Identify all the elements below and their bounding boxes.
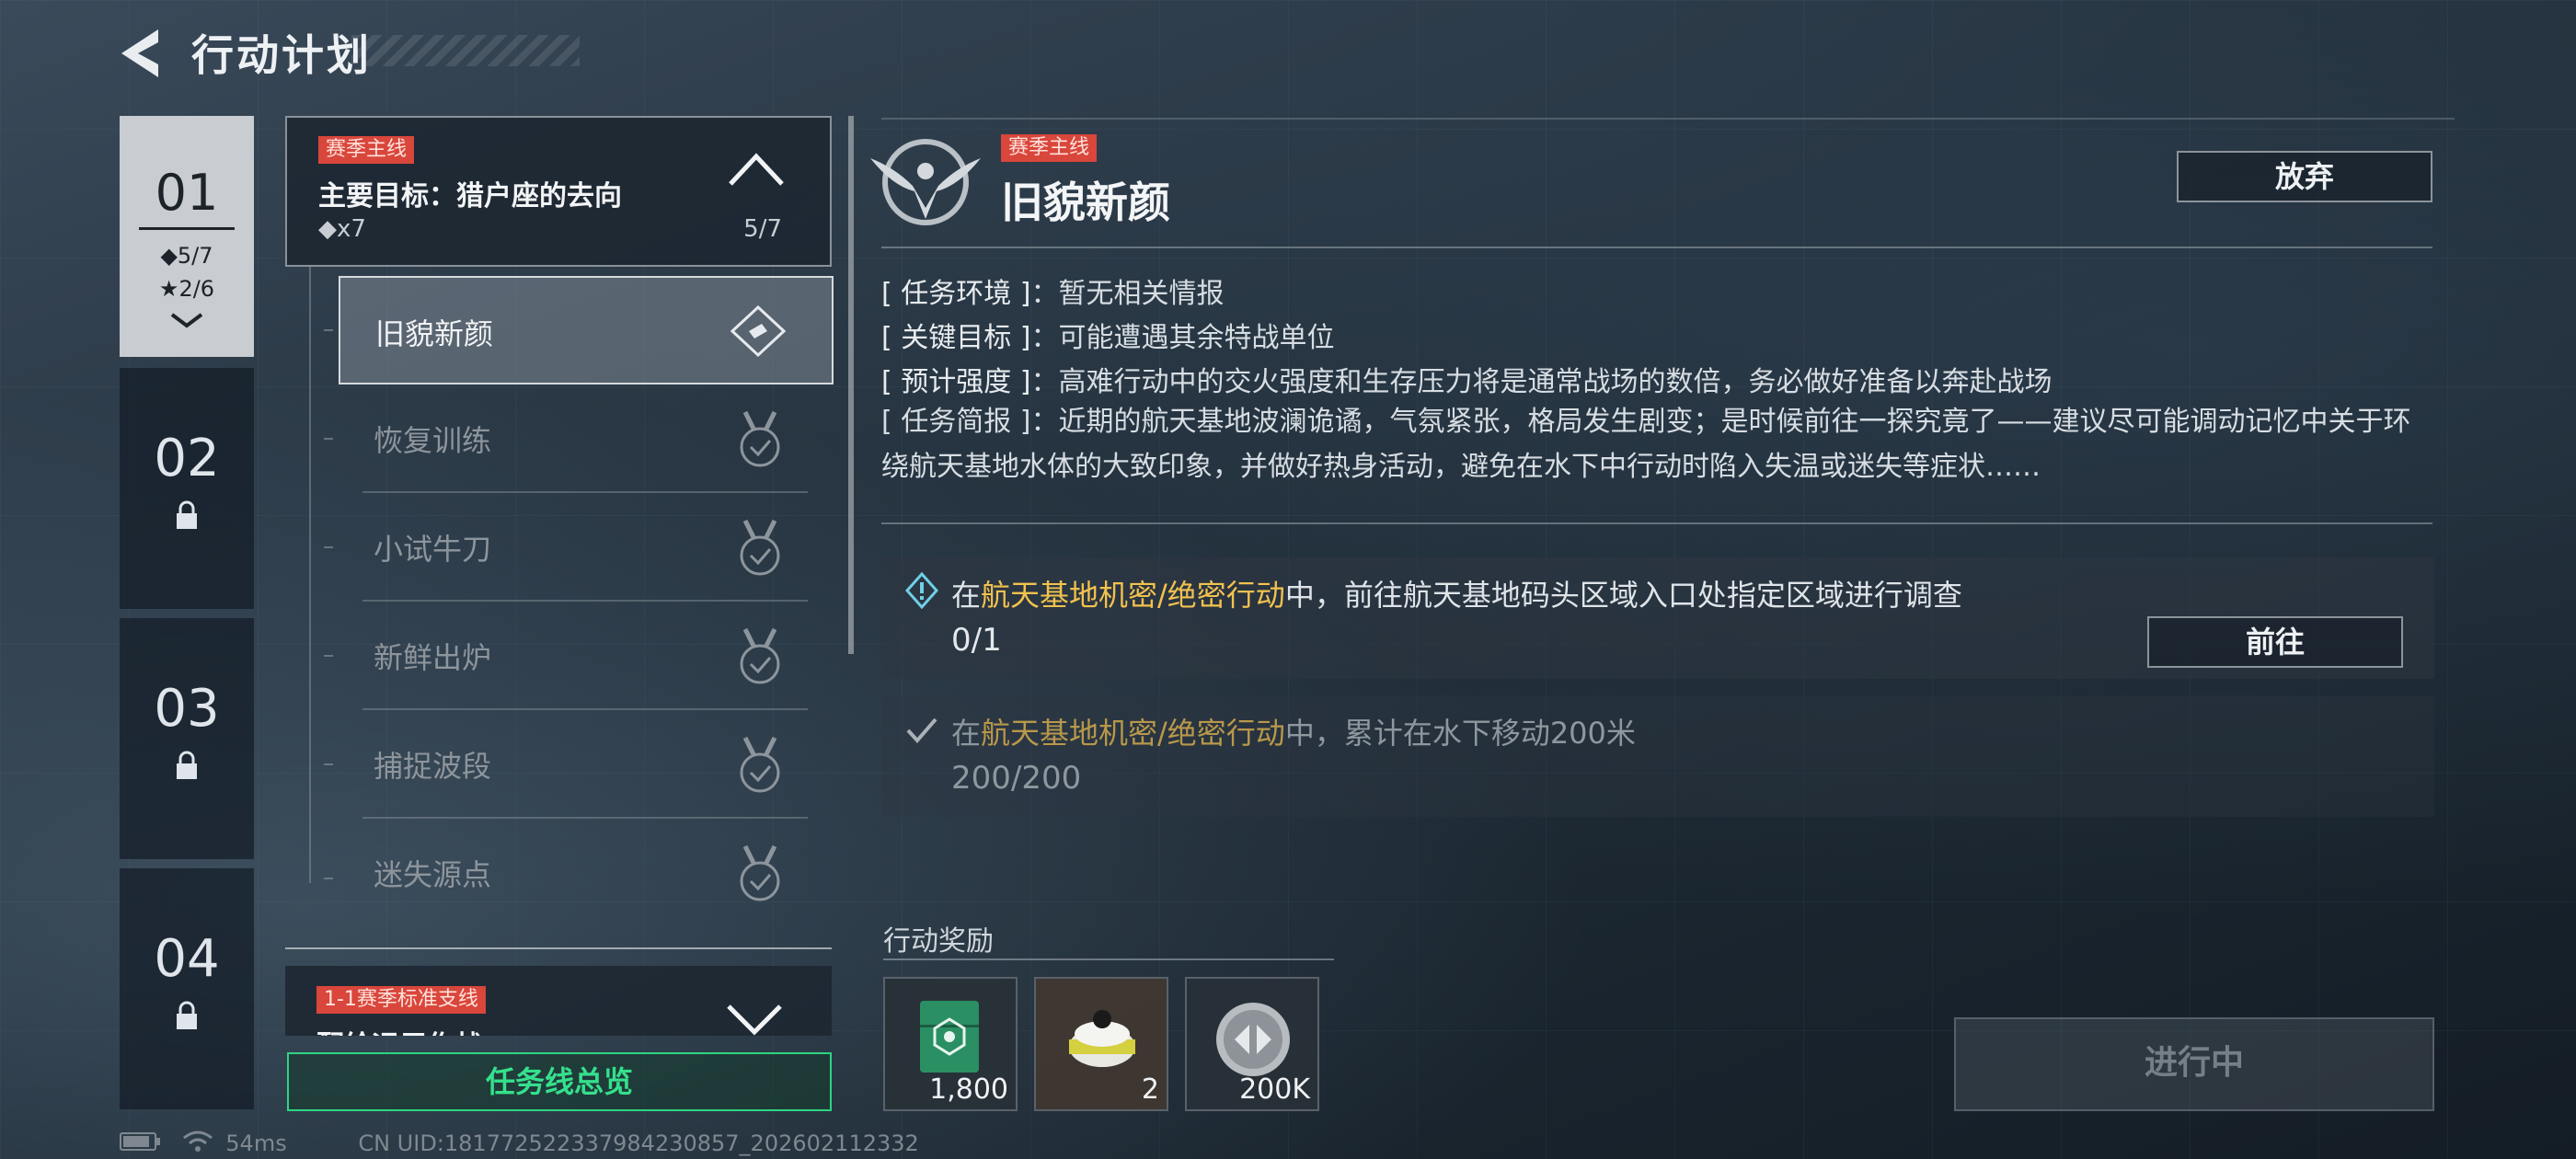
reward-item[interactable]: 1,800 [883,977,1018,1111]
main-quest-header[interactable]: 赛季主线 主要目标：猎户座的去向 ◆x7 5/7 [285,116,832,267]
reward-count: 2 [1141,1073,1159,1106]
subquest-item[interactable]: 小试牛刀 [339,493,834,602]
page-title: 行动计划 [191,30,372,80]
checkmark-icon [905,716,938,749]
chevron-down-icon[interactable] [725,1003,784,1036]
battery-icon [120,1131,162,1157]
subquest-label: 恢复训练 [374,423,492,458]
subquest-label: 捕捉波段 [374,749,492,784]
subquest-item[interactable]: 恢复训练 [339,384,834,493]
subquest-item[interactable]: 旧貌新颜 [339,276,834,384]
go-button[interactable]: 前往 [2147,616,2403,668]
objective-text: 在航天基地机密/绝密行动中，累计在水下移动200米 [951,716,1636,751]
main-quest-title: 主要目标：猎户座的去向 [318,180,622,212]
uid-text: CN UID:181772522337984230857_20260211233… [358,1130,919,1156]
completed-medal-icon [736,519,784,581]
questline-overview-button[interactable]: 任务线总览 [287,1052,832,1111]
lock-icon [120,499,254,531]
active-quest-icon [730,304,787,361]
detail-quest-title: 旧貌新颜 [1001,178,1170,227]
gas-canister-icon [1064,999,1141,1080]
chapter-tab-02[interactable]: 02 [120,368,254,609]
tree-connector [324,655,333,657]
chevron-down-icon [120,311,254,333]
chapter-diamond-count: ◆5/7 [160,243,213,269]
completed-medal-icon [736,627,784,690]
info-briefing: [ 任务简报 ]：近期的航天基地波澜诡谲，气氛紧张，格局发生剧变；是时候前往一探… [881,406,2411,483]
objective-item: 在航天基地机密/绝密行动中，前往航天基地码头区域入口处指定区域进行调查 0/1 … [881,557,2434,679]
completed-medal-icon [736,410,784,473]
reward-count: 200K [1239,1073,1310,1106]
detail-top-rule [881,118,2455,120]
reward-item[interactable]: 2 [1034,977,1168,1111]
subquest-item[interactable]: 新鲜出炉 [339,602,834,710]
quest-tag: 赛季主线 [318,136,415,164]
green-case-icon [916,997,983,1080]
objective-progress: 0/1 [951,622,1002,659]
reward-divider [883,958,1334,960]
status-bar: 54ms CN UID:181772522337984230857_202602… [120,1130,919,1159]
eagle-emblem-icon [867,131,984,226]
subquest-item[interactable]: 迷失源点 [339,819,834,927]
detail-divider [881,522,2432,524]
diamond-alert-icon [904,571,939,613]
lock-icon [120,750,254,781]
chapter-star-count: ★2/6 [158,276,215,302]
tree-connector [324,329,333,331]
reward-count: 1,800 [929,1073,1008,1106]
quest-list-scrollbar[interactable] [848,116,854,654]
detail-divider [881,247,2432,248]
completed-medal-icon [736,844,784,907]
detail-quest-tag: 赛季主线 [1001,134,1098,162]
list-divider [285,947,832,949]
lock-icon [120,1000,254,1031]
chapter-tab-01[interactable]: 01 ◆5/7 ★2/6 [120,116,254,357]
branch-quest-header[interactable]: 1-1赛季标准支线 配给运用作战 [285,966,832,1036]
tree-connector [324,763,333,765]
title-decoration [351,35,580,66]
chapter-tab-03[interactable]: 03 [120,618,254,859]
tree-connector [324,438,333,440]
subquest-label: 迷失源点 [374,857,492,892]
silver-coin-icon [1213,999,1294,1084]
chapter-tab-04[interactable]: 04 [120,868,254,1109]
info-environment: [ 任务环境 ]：暂无相关情报 [881,278,1225,310]
main-quest-reward: ◆x7 [318,215,366,243]
subquest-label: 旧貌新颜 [375,316,494,351]
info-key-target: [ 关键目标 ]：可能遭遇其余特战单位 [881,322,1335,354]
quest-tag: 1-1赛季标准支线 [316,986,486,1014]
chapter-divider [139,227,235,230]
chapter-number: 03 [154,679,220,739]
abandon-button[interactable]: 放弃 [2177,151,2432,202]
chapter-number: 02 [154,429,220,488]
main-quest-progress: 5/7 [743,215,782,243]
wifi-icon [182,1130,213,1159]
chapter-number: 04 [154,929,220,989]
branch-quest-title: 配给运用作战 [316,1023,482,1036]
subquest-label: 新鲜出炉 [374,640,492,675]
reward-title: 行动奖励 [883,925,994,958]
objective-text: 在航天基地机密/绝密行动中，前往航天基地码头区域入口处指定区域进行调查 [951,578,1962,613]
ping-text: 54ms [225,1130,287,1156]
subquest-label: 小试牛刀 [374,532,492,567]
subquest-item[interactable]: 捕捉波段 [339,710,834,819]
tree-connector [324,878,333,879]
reward-item[interactable]: 200K [1185,977,1319,1111]
quest-tree-line [309,267,311,883]
chapter-number: 01 [155,164,219,222]
back-arrow-icon[interactable] [118,28,164,79]
chevron-up-icon[interactable] [727,151,786,191]
objective-item: 在航天基地机密/绝密行动中，累计在水下移动200米 200/200 [881,695,2434,817]
in-progress-button: 进行中 [1954,1017,2434,1111]
info-intensity: [ 预计强度 ]：高难行动中的交火强度和生存压力将是通常战场的数倍，务必做好准备… [881,366,2053,398]
objective-progress: 200/200 [951,760,1082,797]
tree-connector [324,546,333,548]
completed-medal-icon [736,736,784,798]
